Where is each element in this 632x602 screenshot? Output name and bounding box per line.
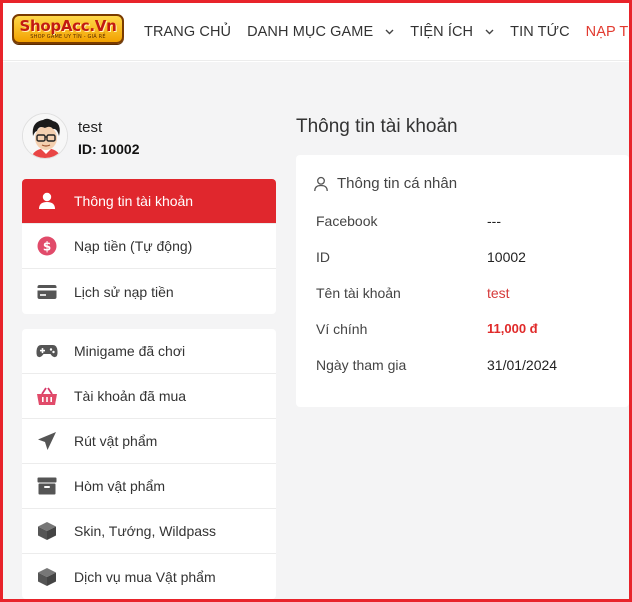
nav-item-game-categories[interactable]: DANH MỤC GAME xyxy=(247,24,394,40)
logo-text: ShopAcc.Vn xyxy=(19,16,117,35)
top-header: ShopAcc.Vn SHOP GAME UY TÍN - GIÁ RẺ TRA… xyxy=(3,3,632,61)
nav-item-news[interactable]: TIN TỨC xyxy=(510,24,570,40)
menu-item-label: Nạp tiền (Tự động) xyxy=(74,238,193,254)
account-menu: Thông tin tài khoản $ Nạp tiền (Tự động)… xyxy=(22,179,276,314)
menu-item-top-up-history[interactable]: Lịch sử nạp tiền xyxy=(22,269,276,314)
info-label: ID xyxy=(316,249,330,265)
info-label: Ví chính xyxy=(316,321,368,337)
menu-item-item-chest[interactable]: Hòm vật phẩm xyxy=(22,464,276,509)
user-profile: test ID: 10002 xyxy=(22,113,277,168)
info-row-id: ID 10002 xyxy=(316,249,616,269)
menu-item-withdraw-items[interactable]: Rút vật phẩm xyxy=(22,419,276,464)
nav-item-label: NẠP TIỀN xyxy=(585,24,632,40)
info-label: Tên tài khoản xyxy=(316,285,401,301)
info-value: 10002 xyxy=(487,249,526,265)
info-value: --- xyxy=(487,213,501,229)
paper-plane-icon xyxy=(36,430,58,452)
menu-item-account-info[interactable]: Thông tin tài khoản xyxy=(22,179,276,224)
dollar-coin-icon: $ xyxy=(36,235,58,257)
wallet-balance: 11,000 đ xyxy=(487,321,538,336)
info-row-main-wallet: Ví chính 11,000 đ xyxy=(316,321,616,341)
section-header: Thông tin cá nhân xyxy=(313,175,457,192)
chevron-down-icon xyxy=(385,27,394,38)
archive-box-icon xyxy=(36,475,58,497)
menu-item-label: Minigame đã chơi xyxy=(74,343,186,359)
menu-item-skins-heroes-wildpass[interactable]: Skin, Tướng, Wildpass xyxy=(22,509,276,554)
menu-item-label: Thông tin tài khoản xyxy=(74,193,194,209)
profile-username: test xyxy=(78,119,103,136)
menu-item-label: Skin, Tướng, Wildpass xyxy=(74,523,217,539)
section-title: Thông tin cá nhân xyxy=(337,175,458,192)
inventory-menu: Minigame đã chơi Tài khoản đã mua Rút vậ… xyxy=(22,329,276,599)
info-row-facebook: Facebook --- xyxy=(316,213,616,233)
svg-text:$: $ xyxy=(43,240,51,254)
credit-card-icon xyxy=(36,281,58,303)
shopping-basket-icon xyxy=(36,385,58,407)
menu-item-label: Hòm vật phẩm xyxy=(74,478,166,494)
info-row-username: Tên tài khoản test xyxy=(316,285,616,305)
gamepad-icon xyxy=(36,340,58,362)
menu-item-label: Dịch vụ mua Vật phẩm xyxy=(74,568,216,585)
nav-item-utilities[interactable]: TIỆN ÍCH xyxy=(410,24,494,40)
menu-item-label: Lịch sử nạp tiền xyxy=(74,283,174,300)
nav-item-label: TIN TỨC xyxy=(510,24,570,40)
menu-item-label: Tài khoản đã mua xyxy=(74,388,187,404)
info-label: Ngày tham gia xyxy=(316,357,407,373)
info-value: 31/01/2024 xyxy=(487,357,558,373)
cube-icon xyxy=(36,566,58,588)
info-label: Facebook xyxy=(316,213,378,229)
nav-item-label: DANH MỤC GAME xyxy=(247,24,374,40)
main-nav: TRANG CHỦ DANH MỤC GAME TIỆN ÍCH TIN TỨC… xyxy=(144,3,632,61)
info-row-join-date: Ngày tham gia 31/01/2024 xyxy=(316,357,616,377)
menu-item-purchased-accounts[interactable]: Tài khoản đã mua xyxy=(22,374,276,419)
cube-icon xyxy=(36,520,58,542)
menu-item-label: Rút vật phẩm xyxy=(74,433,158,449)
page-title: Thông tin tài khoản xyxy=(296,116,458,137)
info-value: test xyxy=(487,285,510,301)
menu-item-auto-top-up[interactable]: $ Nạp tiền (Tự động) xyxy=(22,224,276,269)
nav-item-label: TIỆN ÍCH xyxy=(410,24,474,40)
nav-item-label: TRANG CHỦ xyxy=(144,24,232,40)
logo-tagline: SHOP GAME UY TÍN - GIÁ RẺ xyxy=(30,33,106,40)
personal-info-card: Thông tin cá nhân Facebook --- ID 10002 … xyxy=(296,155,629,407)
menu-item-item-purchase-service[interactable]: Dịch vụ mua Vật phẩm xyxy=(22,554,276,599)
nav-item-home[interactable]: TRANG CHỦ xyxy=(144,24,231,40)
chevron-down-icon xyxy=(485,27,494,38)
avatar xyxy=(22,113,68,159)
user-outline-icon xyxy=(313,176,329,192)
profile-user-id: ID: 10002 xyxy=(78,141,140,157)
user-icon xyxy=(36,190,58,212)
nav-item-top-up[interactable]: NẠP TIỀN xyxy=(586,24,632,40)
shopacc-logo[interactable]: ShopAcc.Vn SHOP GAME UY TÍN - GIÁ RẺ xyxy=(12,14,124,44)
menu-item-minigames-played[interactable]: Minigame đã chơi xyxy=(22,329,276,374)
